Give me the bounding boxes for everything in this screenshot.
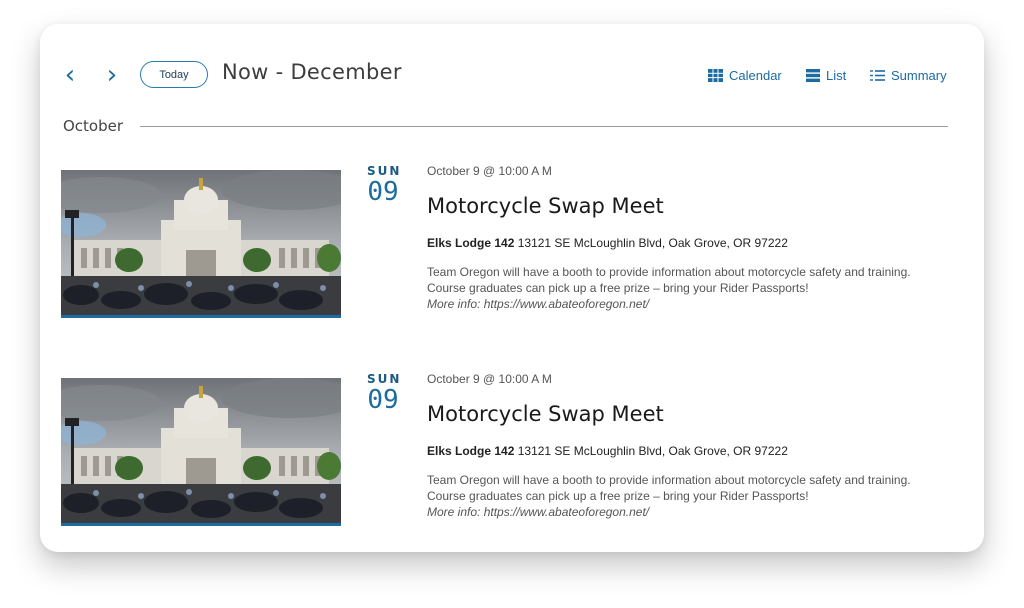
venue-name: Elks Lodge 142 [427, 236, 515, 250]
summary-icon [870, 69, 885, 81]
venue-address: 13121 SE McLoughlin Blvd, Oak Grove, OR … [517, 236, 788, 250]
event-day-of-week: SUN [367, 372, 402, 386]
event-description-text: Team Oregon will have a booth to provide… [427, 473, 911, 503]
event-more-info: More info: https://www.abateoforegon.net… [427, 297, 650, 311]
summary-view-label: Summary [891, 67, 947, 83]
calendar-grid-icon [708, 68, 723, 82]
event-more-info: More info: https://www.abateoforegon.net… [427, 505, 650, 519]
calendar-view-link[interactable]: Calendar [708, 66, 782, 84]
list-view-label: List [826, 67, 847, 83]
event-image[interactable] [61, 170, 341, 318]
venue-name: Elks Lodge 142 [427, 444, 515, 458]
event-day-number: 09 [367, 385, 399, 415]
list-icon [806, 68, 820, 82]
event-image[interactable] [61, 378, 341, 526]
list-view-link[interactable]: List [806, 66, 846, 84]
month-divider [140, 126, 948, 127]
calendar-view-label: Calendar [729, 67, 782, 83]
event-datetime: October 9 @ 10:00 A M [427, 372, 552, 386]
event-venue: Elks Lodge 142 13121 SE McLoughlin Blvd,… [427, 236, 788, 250]
summary-view-link[interactable]: Summary [870, 66, 947, 84]
venue-address: 13121 SE McLoughlin Blvd, Oak Grove, OR … [517, 444, 788, 458]
event-day-number: 09 [367, 177, 399, 207]
date-range-title: Now - December [222, 60, 402, 84]
event-datetime: October 9 @ 10:00 A M [427, 164, 552, 178]
chevron-right-icon[interactable]: › [102, 62, 122, 88]
event-title-link[interactable]: Motorcycle Swap Meet [427, 402, 664, 426]
today-button[interactable]: Today [140, 61, 208, 88]
event-description-text: Team Oregon will have a booth to provide… [427, 265, 911, 295]
month-label: October [63, 117, 124, 135]
event-description: Team Oregon will have a booth to provide… [427, 264, 927, 312]
event-description: Team Oregon will have a booth to provide… [427, 472, 927, 520]
event-title-link[interactable]: Motorcycle Swap Meet [427, 194, 664, 218]
chevron-left-icon[interactable]: ‹ [60, 62, 80, 88]
event-day-of-week: SUN [367, 164, 402, 178]
event-venue: Elks Lodge 142 13121 SE McLoughlin Blvd,… [427, 444, 788, 458]
